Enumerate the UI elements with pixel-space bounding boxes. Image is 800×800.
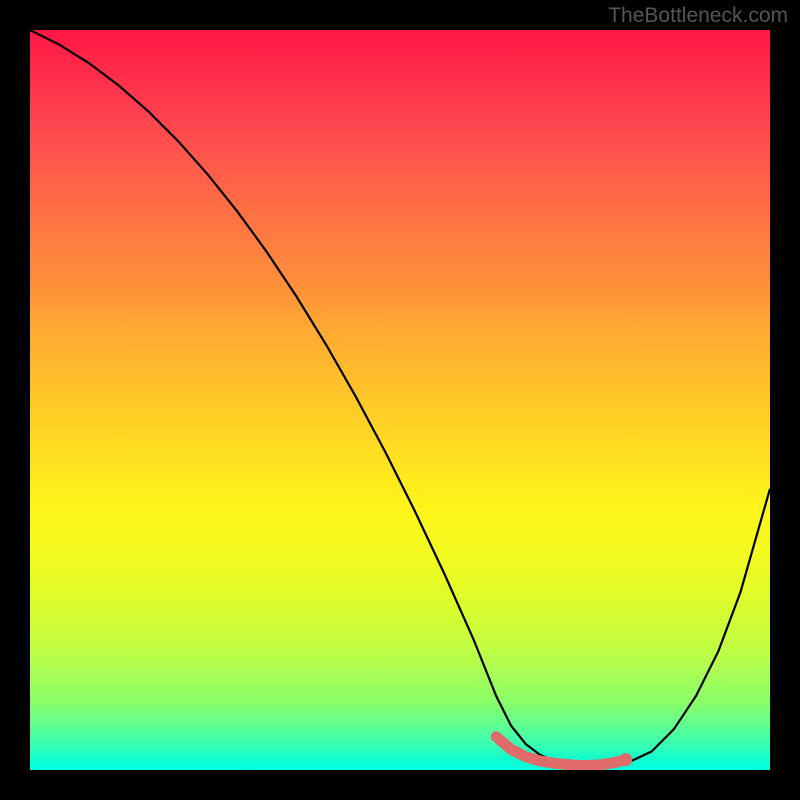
highlight-end-dot [619,753,632,766]
watermark-text: TheBottleneck.com [608,4,788,28]
highlight-segment [496,737,626,766]
chart-svg [30,30,770,770]
bottleneck-curve [30,30,770,766]
plot-gradient-background [30,30,770,770]
